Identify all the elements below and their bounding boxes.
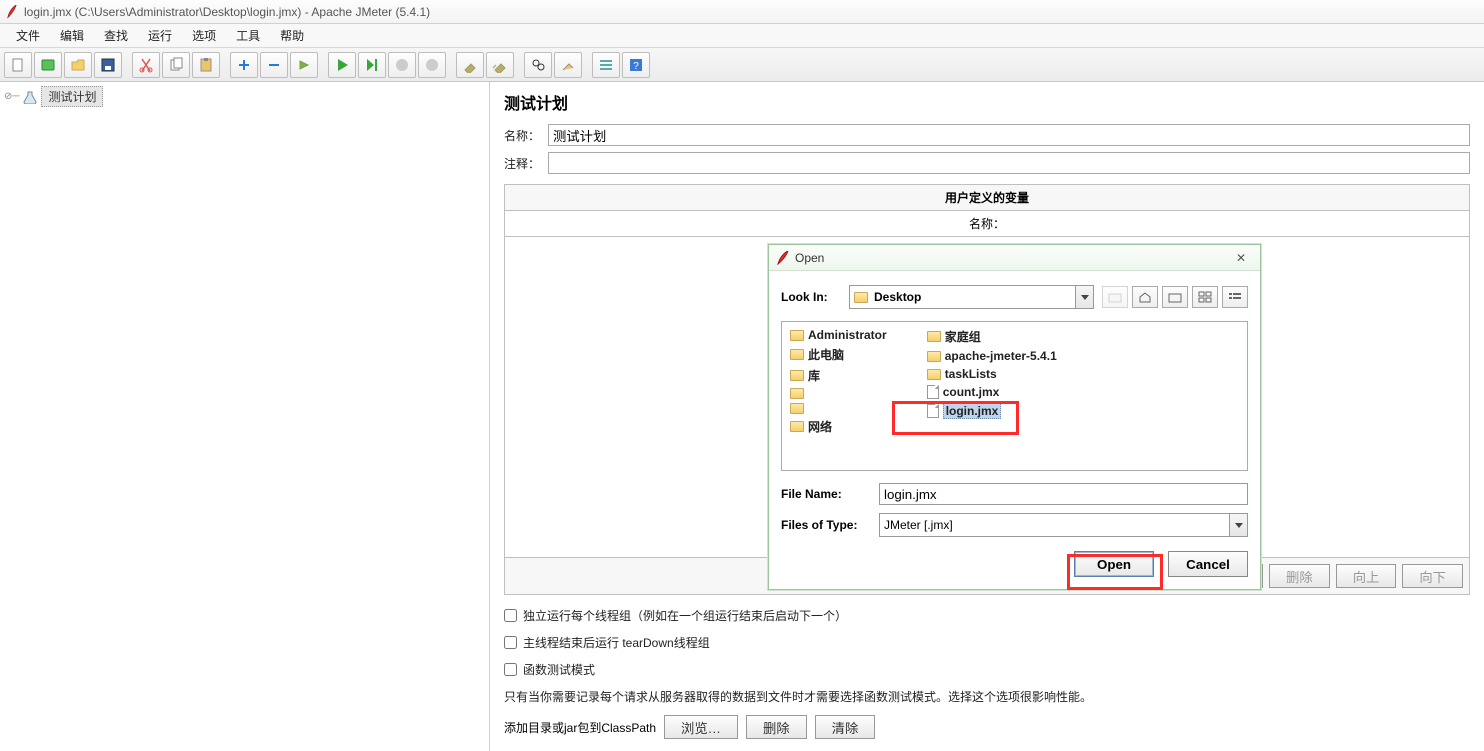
function-helper-button[interactable] bbox=[592, 52, 620, 78]
title-bar: login.jmx (C:\Users\Administrator\Deskto… bbox=[0, 0, 1484, 24]
search-toolbar-button[interactable] bbox=[524, 52, 552, 78]
classpath-label: 添加目录或jar包到ClassPath bbox=[504, 719, 656, 736]
folder-item[interactable] bbox=[790, 403, 887, 414]
folder-icon bbox=[790, 403, 804, 414]
up-folder-button[interactable] bbox=[1102, 286, 1128, 308]
open-dialog: Open ✕ Look In: Desktop Administrator 此电脑… bbox=[768, 244, 1261, 590]
folder-item[interactable]: taskLists bbox=[927, 367, 1057, 381]
folder-icon bbox=[790, 388, 804, 399]
cp-delete-button[interactable]: 删除 bbox=[746, 715, 807, 739]
comment-label: 注释： bbox=[504, 155, 548, 172]
filter-combo[interactable]: JMeter [.jmx] bbox=[879, 513, 1248, 537]
dialog-feather-icon bbox=[777, 251, 789, 265]
folder-icon bbox=[790, 370, 804, 381]
file-list[interactable]: Administrator 此电脑库网络 家庭组 apache-jmeter-5.4… bbox=[781, 321, 1248, 471]
panel-heading: 测试计划 bbox=[504, 90, 1470, 114]
collapse-button[interactable] bbox=[260, 52, 288, 78]
cp-clear-button[interactable]: 清除 bbox=[815, 715, 876, 739]
app-icon bbox=[6, 5, 18, 19]
tree-toggle-icon[interactable]: ⊘─ bbox=[4, 91, 19, 102]
vars-title: 用户定义的变量 bbox=[505, 185, 1469, 211]
toggle-button[interactable] bbox=[290, 52, 318, 78]
comment-input[interactable] bbox=[548, 152, 1470, 174]
start-button[interactable] bbox=[328, 52, 356, 78]
svg-text:?: ? bbox=[633, 61, 639, 72]
chevron-down-icon[interactable] bbox=[1075, 286, 1093, 308]
file-icon bbox=[927, 385, 939, 399]
reset-search-button[interactable] bbox=[554, 52, 582, 78]
window-title: login.jmx (C:\Users\Administrator\Deskto… bbox=[24, 5, 430, 19]
flask-icon bbox=[23, 90, 37, 104]
vars-down-button[interactable]: 向下 bbox=[1402, 564, 1463, 588]
chk-teardown[interactable]: 主线程结束后运行 tearDown线程组 bbox=[504, 634, 1470, 651]
menu-file[interactable]: 文件 bbox=[6, 25, 50, 46]
cut-button[interactable] bbox=[132, 52, 160, 78]
filename-input[interactable] bbox=[879, 483, 1248, 505]
file-item[interactable]: login.jmx bbox=[927, 403, 1057, 419]
cancel-button[interactable]: Cancel bbox=[1168, 551, 1248, 577]
folder-icon bbox=[927, 369, 941, 380]
new-button[interactable] bbox=[4, 52, 32, 78]
chk-independent[interactable]: 独立运行每个线程组（例如在一个组运行结束后启动下一个） bbox=[504, 607, 1470, 624]
vars-col-name: 名称： bbox=[505, 211, 1469, 236]
menu-edit[interactable]: 编辑 bbox=[50, 25, 94, 46]
menu-search[interactable]: 查找 bbox=[94, 25, 138, 46]
menu-options[interactable]: 选项 bbox=[182, 25, 226, 46]
toolbar: ? bbox=[0, 48, 1484, 82]
clear-all-button[interactable] bbox=[486, 52, 514, 78]
folder-item[interactable]: 网络 bbox=[790, 418, 887, 435]
folder-icon bbox=[927, 351, 941, 362]
functional-hint: 只有当你需要记录每个请求从服务器取得的数据到文件时才需要选择函数测试模式。选择这… bbox=[504, 688, 1470, 705]
tree-panel: ⊘─ 测试计划 bbox=[0, 82, 490, 751]
detail-view-button[interactable] bbox=[1222, 286, 1248, 308]
lookin-label: Look In: bbox=[781, 290, 841, 304]
save-button[interactable] bbox=[94, 52, 122, 78]
vars-up-button[interactable]: 向上 bbox=[1336, 564, 1397, 588]
home-button[interactable] bbox=[1132, 286, 1158, 308]
menu-tools[interactable]: 工具 bbox=[226, 25, 270, 46]
folder-icon bbox=[790, 330, 804, 341]
menu-help[interactable]: 帮助 bbox=[270, 25, 314, 46]
menu-run[interactable]: 运行 bbox=[138, 25, 182, 46]
chk-functional[interactable]: 函数测试模式 bbox=[504, 661, 1470, 678]
file-icon bbox=[927, 404, 939, 418]
folder-item[interactable]: apache-jmeter-5.4.1 bbox=[927, 349, 1057, 363]
folder-item[interactable]: 家庭组 bbox=[927, 328, 1057, 345]
name-input[interactable] bbox=[548, 124, 1470, 146]
copy-button[interactable] bbox=[162, 52, 190, 78]
expand-button[interactable] bbox=[230, 52, 258, 78]
folder-item[interactable]: 库 bbox=[790, 367, 887, 384]
folder-item[interactable] bbox=[790, 388, 887, 399]
lookin-combo[interactable]: Desktop bbox=[849, 285, 1094, 309]
paste-button[interactable] bbox=[192, 52, 220, 78]
menu-bar: 文件 编辑 查找 运行 选项 工具 帮助 bbox=[0, 24, 1484, 48]
cp-browse-button[interactable]: 浏览… bbox=[664, 715, 738, 739]
list-view-button[interactable] bbox=[1192, 286, 1218, 308]
name-label: 名称： bbox=[504, 127, 548, 144]
templates-button[interactable] bbox=[34, 52, 62, 78]
open-confirm-button[interactable]: Open bbox=[1074, 551, 1154, 577]
clear-button[interactable] bbox=[456, 52, 484, 78]
chevron-down-icon[interactable] bbox=[1229, 514, 1247, 536]
tree-root-node[interactable]: 测试计划 bbox=[41, 86, 103, 107]
filename-label: File Name: bbox=[781, 487, 871, 501]
folder-item[interactable]: 此电脑 bbox=[790, 346, 887, 363]
new-folder-button[interactable] bbox=[1162, 286, 1188, 308]
start-no-pause-button[interactable] bbox=[358, 52, 386, 78]
open-button[interactable] bbox=[64, 52, 92, 78]
folder-icon bbox=[854, 292, 868, 303]
dialog-title: Open bbox=[795, 251, 824, 265]
folder-icon bbox=[927, 331, 941, 342]
vars-delete-button[interactable]: 删除 bbox=[1269, 564, 1330, 588]
filter-label: Files of Type: bbox=[781, 518, 871, 532]
shutdown-button[interactable] bbox=[418, 52, 446, 78]
stop-button[interactable] bbox=[388, 52, 416, 78]
dialog-close-button[interactable]: ✕ bbox=[1230, 249, 1252, 267]
folder-icon bbox=[790, 349, 804, 360]
folder-item[interactable]: Administrator bbox=[790, 328, 887, 342]
file-item[interactable]: count.jmx bbox=[927, 385, 1057, 399]
folder-icon bbox=[790, 421, 804, 432]
help-button[interactable]: ? bbox=[622, 52, 650, 78]
